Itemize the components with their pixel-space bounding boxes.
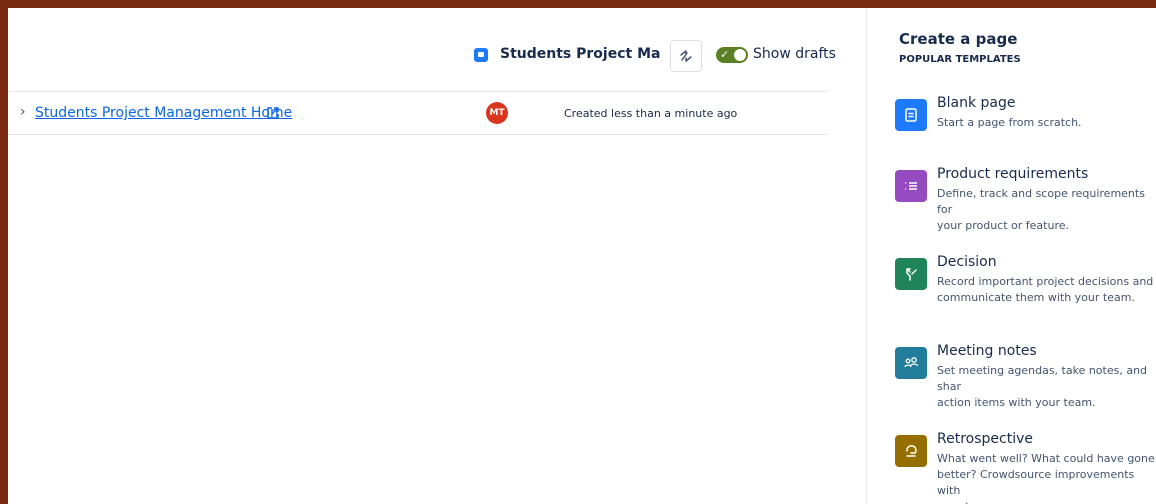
template-description: Define, track and scope requirements for… [937,187,1145,232]
divider [8,134,828,135]
people-icon [895,347,927,379]
show-drafts-toggle[interactable]: ✓ [716,47,748,63]
chevron-right-icon[interactable]: › [20,104,26,120]
space-name[interactable]: Students Project Manage [500,46,660,62]
restrictions-button[interactable] [670,40,702,72]
space-icon [474,48,488,62]
toolbar: Students Project Manage ✓ Show drafts [8,38,866,72]
arrows-icon [680,50,692,62]
template-name: Decision [937,254,997,270]
list-icon [895,170,927,202]
panel-subtitle: POPULAR TEMPLATES [899,54,1021,65]
main-content: Students Project Manage ✓ Show drafts › … [8,8,866,504]
page-row[interactable]: › Students Project Management Home MT Cr… [8,92,828,134]
blank-page-icon [895,99,927,131]
app-frame: Students Project Manage ✓ Show drafts › … [8,8,1156,504]
show-drafts-label: Show drafts [753,46,836,62]
decision-icon [895,258,927,290]
template-name: Blank page [937,95,1016,111]
template-description: What went well? What could have gone bet… [937,452,1155,504]
retro-icon [895,435,927,467]
template-name: Meeting notes [937,343,1037,359]
template-description: Start a page from scratch. [937,116,1082,129]
created-timestamp: Created less than a minute ago [564,107,738,120]
page-link[interactable]: Students Project Management Home [35,105,292,121]
template-description: Set meeting agendas, take notes, and sha… [937,364,1148,409]
toggle-knob [734,49,746,61]
panel-title: Create a page [899,30,1018,48]
create-page-panel: Create a page POPULAR TEMPLATES Blank pa… [866,8,1156,504]
template-description: Record important project decisions and c… [937,275,1154,304]
avatar[interactable]: MT [486,102,508,124]
template-name: Product requirements [937,166,1089,182]
template-name: Retrospective [937,431,1033,447]
check-icon: ✓ [720,48,730,61]
external-link-icon[interactable] [266,106,280,120]
